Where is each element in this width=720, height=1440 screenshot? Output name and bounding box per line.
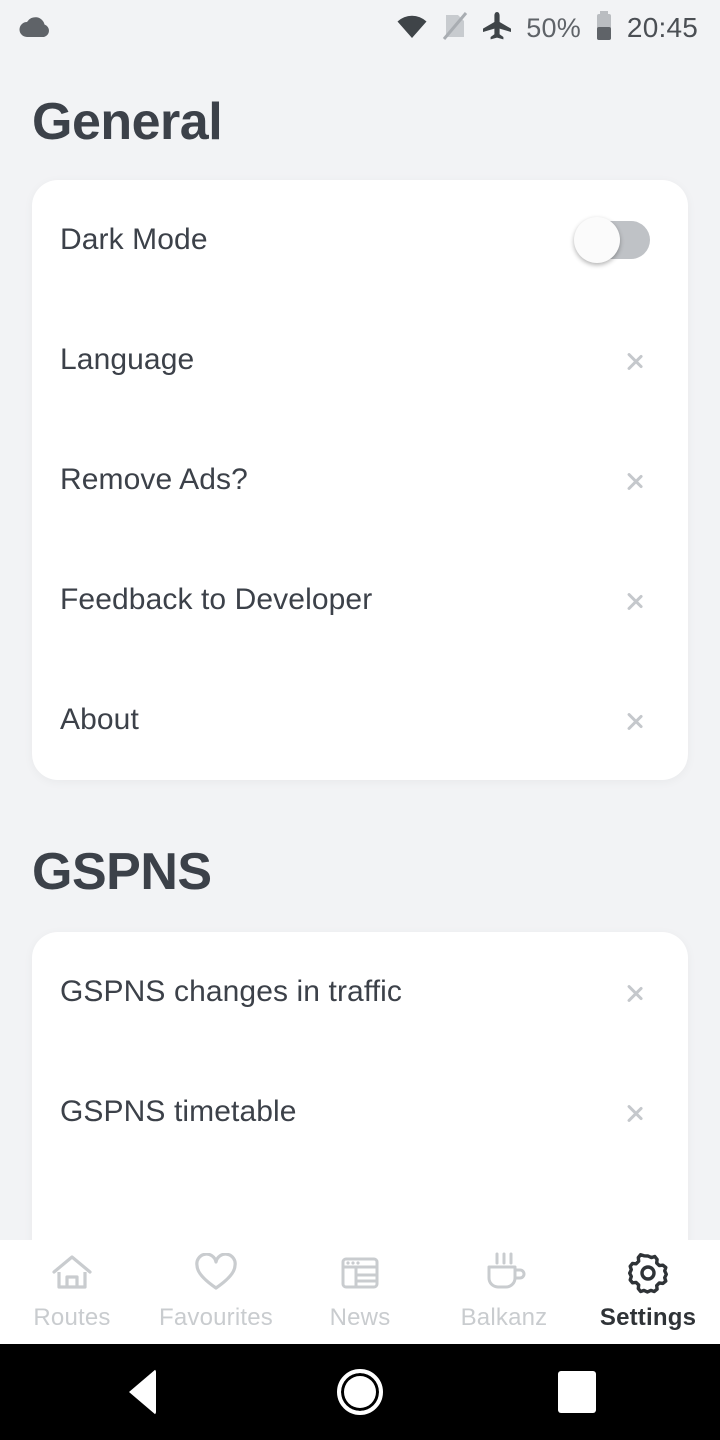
- settings-row-dark-mode[interactable]: Dark Mode: [32, 180, 688, 300]
- nav-item-routes[interactable]: Routes: [0, 1252, 144, 1332]
- nav-item-label: Favourites: [158, 1304, 274, 1331]
- settings-row-about[interactable]: About: [32, 660, 688, 780]
- section-title-general: General: [32, 93, 223, 151]
- nav-item-label: Balkanz: [460, 1304, 548, 1331]
- newspaper-icon: [338, 1252, 382, 1294]
- settings-card-general: Dark Mode Language Remove Ads? Feedback …: [32, 180, 688, 780]
- bottom-navigation-bar: Routes Favourites News Balkanz Settings: [0, 1240, 720, 1344]
- status-bar-left: [18, 13, 52, 44]
- settings-row-label: GSPNS timetable: [60, 1095, 297, 1128]
- recents-button[interactable]: [558, 1371, 596, 1413]
- dark-mode-toggle[interactable]: [574, 217, 650, 263]
- settings-row-control: [626, 975, 660, 1009]
- settings-row-placeholder: [32, 1172, 688, 1240]
- nav-item-favourites[interactable]: Favourites: [144, 1252, 288, 1332]
- phone-screen: 50% 20:45 General Dark Mode Language Rem…: [0, 0, 720, 1440]
- settings-scroll-area[interactable]: General Dark Mode Language Remove Ads? F…: [0, 56, 720, 1240]
- settings-row-label: Dark Mode: [60, 223, 208, 256]
- chevron-right-icon: [626, 583, 646, 617]
- nav-item-news[interactable]: News: [288, 1252, 432, 1332]
- nav-item-balkanz[interactable]: Balkanz: [432, 1252, 576, 1332]
- settings-row-control: [626, 703, 660, 737]
- home-icon: [50, 1252, 94, 1294]
- settings-row-feedback-to-developer[interactable]: Feedback to Developer: [32, 540, 688, 660]
- back-button[interactable]: [129, 1369, 156, 1415]
- settings-row-label: Feedback to Developer: [60, 583, 373, 616]
- battery-percent-label: 50%: [526, 12, 581, 43]
- settings-row-label: GSPNS changes in traffic: [60, 975, 403, 1008]
- section-title-gspns: GSPNS: [32, 843, 212, 901]
- settings-row-gspns-changes-in-traffic[interactable]: GSPNS changes in traffic: [32, 932, 688, 1052]
- chevron-right-icon: [626, 463, 646, 497]
- settings-row-label: Language: [60, 343, 195, 376]
- chevron-right-icon: [626, 1095, 646, 1129]
- gear-icon: [626, 1252, 670, 1294]
- settings-row-control: [626, 343, 660, 377]
- nav-item-settings[interactable]: Settings: [576, 1252, 720, 1332]
- no-sim-icon: [442, 11, 468, 46]
- settings-row-control: [626, 1095, 660, 1129]
- wifi-icon: [395, 12, 429, 45]
- coffee-cup-icon: [482, 1252, 526, 1294]
- settings-card-gspns: GSPNS changes in traffic GSPNS timetable: [32, 932, 688, 1240]
- settings-row-control: [626, 583, 660, 617]
- status-bar: 50% 20:45: [0, 0, 720, 56]
- cloud-icon: [18, 13, 52, 44]
- settings-row-gspns-timetable[interactable]: GSPNS timetable: [32, 1052, 688, 1172]
- settings-row-control: [574, 217, 660, 263]
- status-bar-right: 50% 20:45: [395, 10, 698, 47]
- android-system-nav: [0, 1344, 720, 1440]
- settings-row-remove-ads[interactable]: Remove Ads?: [32, 420, 688, 540]
- home-button[interactable]: [337, 1369, 383, 1415]
- heart-icon: [194, 1252, 238, 1294]
- settings-row-control: [626, 463, 660, 497]
- chevron-right-icon: [626, 703, 646, 737]
- toggle-knob: [574, 217, 620, 263]
- chevron-right-icon: [626, 975, 646, 1009]
- airplane-mode-icon: [481, 11, 513, 46]
- nav-item-label: News: [329, 1304, 391, 1331]
- nav-item-label: Settings: [599, 1304, 697, 1331]
- settings-row-language[interactable]: Language: [32, 300, 688, 420]
- settings-row-label: About: [60, 703, 139, 736]
- clock-label: 20:45: [626, 12, 698, 43]
- battery-half-icon: [594, 10, 614, 47]
- chevron-right-icon: [626, 343, 646, 377]
- nav-item-label: Routes: [33, 1304, 111, 1331]
- settings-row-label: Remove Ads?: [60, 463, 248, 496]
